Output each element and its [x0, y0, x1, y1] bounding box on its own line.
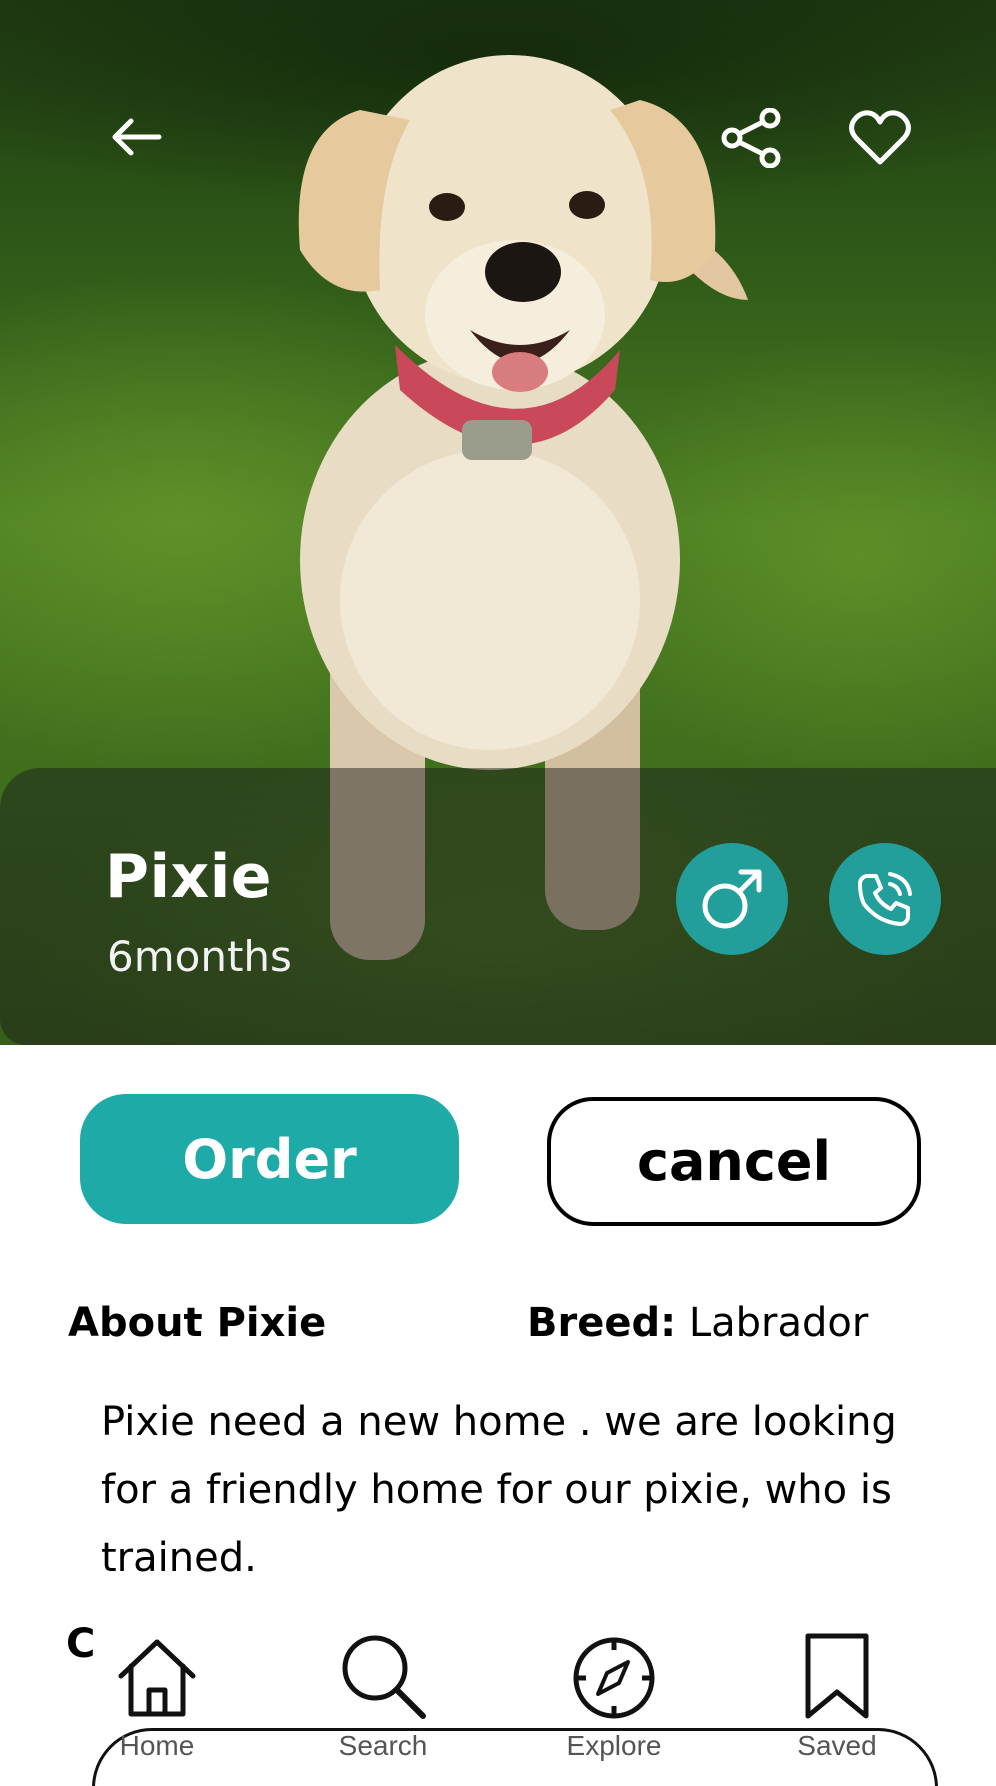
nav-item-saved[interactable]: Saved: [762, 1620, 912, 1786]
favorite-button[interactable]: [848, 106, 912, 170]
cancel-button[interactable]: cancel: [547, 1097, 921, 1226]
bookmark-icon: [805, 1633, 869, 1719]
nav-item-search[interactable]: Search: [308, 1620, 458, 1786]
pet-age: 6months: [107, 932, 292, 981]
about-description: Pixie need a new home . we are looking f…: [101, 1399, 897, 1581]
about-title: About Pixie: [68, 1300, 327, 1346]
nav-item-home[interactable]: Home: [82, 1620, 232, 1786]
gender-button[interactable]: [676, 843, 788, 955]
breed-label: Breed:: [527, 1300, 677, 1346]
nav-label-explore: Explore: [566, 1730, 662, 1761]
nav-item-explore[interactable]: Explore: [539, 1620, 689, 1786]
phone-call-icon: [858, 872, 912, 926]
breed-value: Labrador: [688, 1300, 869, 1346]
heart-icon: [849, 110, 911, 165]
share-icon: [721, 108, 781, 168]
call-button[interactable]: [829, 843, 941, 955]
nav-label-home: Home: [119, 1730, 195, 1761]
breed-info: Breed: Labrador: [527, 1300, 868, 1346]
nav-label-search: Search: [338, 1730, 428, 1761]
order-button[interactable]: Order: [80, 1094, 459, 1224]
bottom-nav: Home Search Explore Saved: [0, 1620, 996, 1786]
home-icon: [118, 1639, 196, 1717]
nav-label-saved: Saved: [797, 1730, 877, 1761]
pet-detail-screen: Pixie 6months Order cancel About Pixie B…: [0, 0, 996, 1786]
arrow-left-icon: [112, 118, 162, 156]
pet-name: Pixie: [105, 842, 273, 912]
search-icon: [342, 1635, 426, 1719]
share-button[interactable]: [720, 106, 784, 170]
back-button[interactable]: [104, 105, 168, 169]
compass-icon: [573, 1637, 655, 1719]
male-symbol-icon: [702, 869, 762, 929]
